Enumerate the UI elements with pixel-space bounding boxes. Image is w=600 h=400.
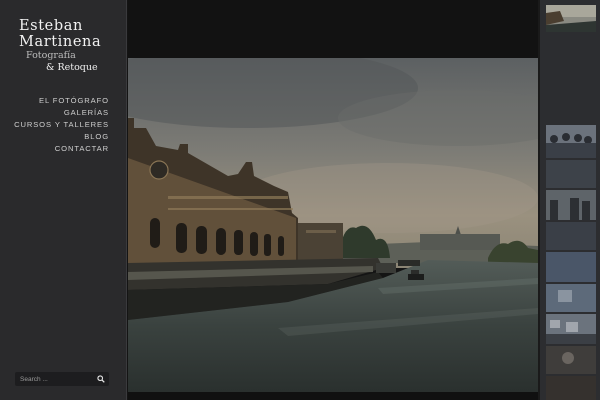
thumbnail-8[interactable] (546, 314, 596, 344)
site-logo[interactable]: Esteban Martinena Fotografía & Retoque (19, 18, 101, 74)
top-bar (128, 0, 538, 58)
thumbnail-7-image (546, 284, 596, 312)
thumbnail-4-image (546, 190, 596, 220)
search-box (15, 372, 109, 386)
thumbnail-8-image (546, 314, 596, 344)
nav-item-contactar[interactable]: CONTACTAR (14, 143, 109, 155)
thumbnail-6[interactable] (546, 252, 596, 282)
thumbnail-5-image (546, 222, 596, 250)
nav-item-cursos-y-talleres[interactable]: CURSOS Y TALLERES (14, 119, 109, 131)
main-nav: EL FOTÓGRAFO GALERÍAS CURSOS Y TALLERES … (14, 95, 109, 155)
search-icon (97, 375, 105, 383)
nav-item-blog[interactable]: BLOG (14, 131, 109, 143)
photo-image (128, 58, 538, 392)
thumbnail-4[interactable] (546, 190, 596, 220)
nav-item-galerias[interactable]: GALERÍAS (14, 107, 109, 119)
thumbnail-5[interactable] (546, 222, 596, 250)
sidebar: Esteban Martinena Fotografía & Retoque E… (0, 0, 127, 400)
thumbnail-1[interactable] (546, 5, 596, 32)
featured-photo[interactable] (128, 58, 538, 392)
bottom-bar (128, 392, 538, 400)
thumbnail-7[interactable] (546, 284, 596, 312)
thumbnail-2[interactable] (546, 125, 596, 158)
thumbnail-9[interactable] (546, 346, 596, 374)
nav-item-el-fotografo[interactable]: EL FOTÓGRAFO (14, 95, 109, 107)
thumbnail-strip (538, 0, 600, 400)
thumbnail-10-image (546, 376, 596, 400)
thumbnail-3[interactable] (546, 160, 596, 188)
thumbnail-10[interactable] (546, 376, 596, 400)
logo-name-first: Esteban (19, 18, 83, 34)
thumbnail-9-image (546, 346, 596, 374)
thumbnail-3-image (546, 160, 596, 188)
logo-name-last: Martinena (19, 34, 102, 50)
thumbnail-2-image (546, 125, 596, 158)
search-input[interactable] (15, 372, 93, 386)
search-button[interactable] (95, 373, 107, 385)
logo-tagline-1: Fotografía (26, 50, 76, 61)
logo-tagline-2: & Retoque (46, 62, 98, 73)
thumbnail-1-image (546, 5, 596, 32)
thumbnail-6-image (546, 252, 596, 282)
